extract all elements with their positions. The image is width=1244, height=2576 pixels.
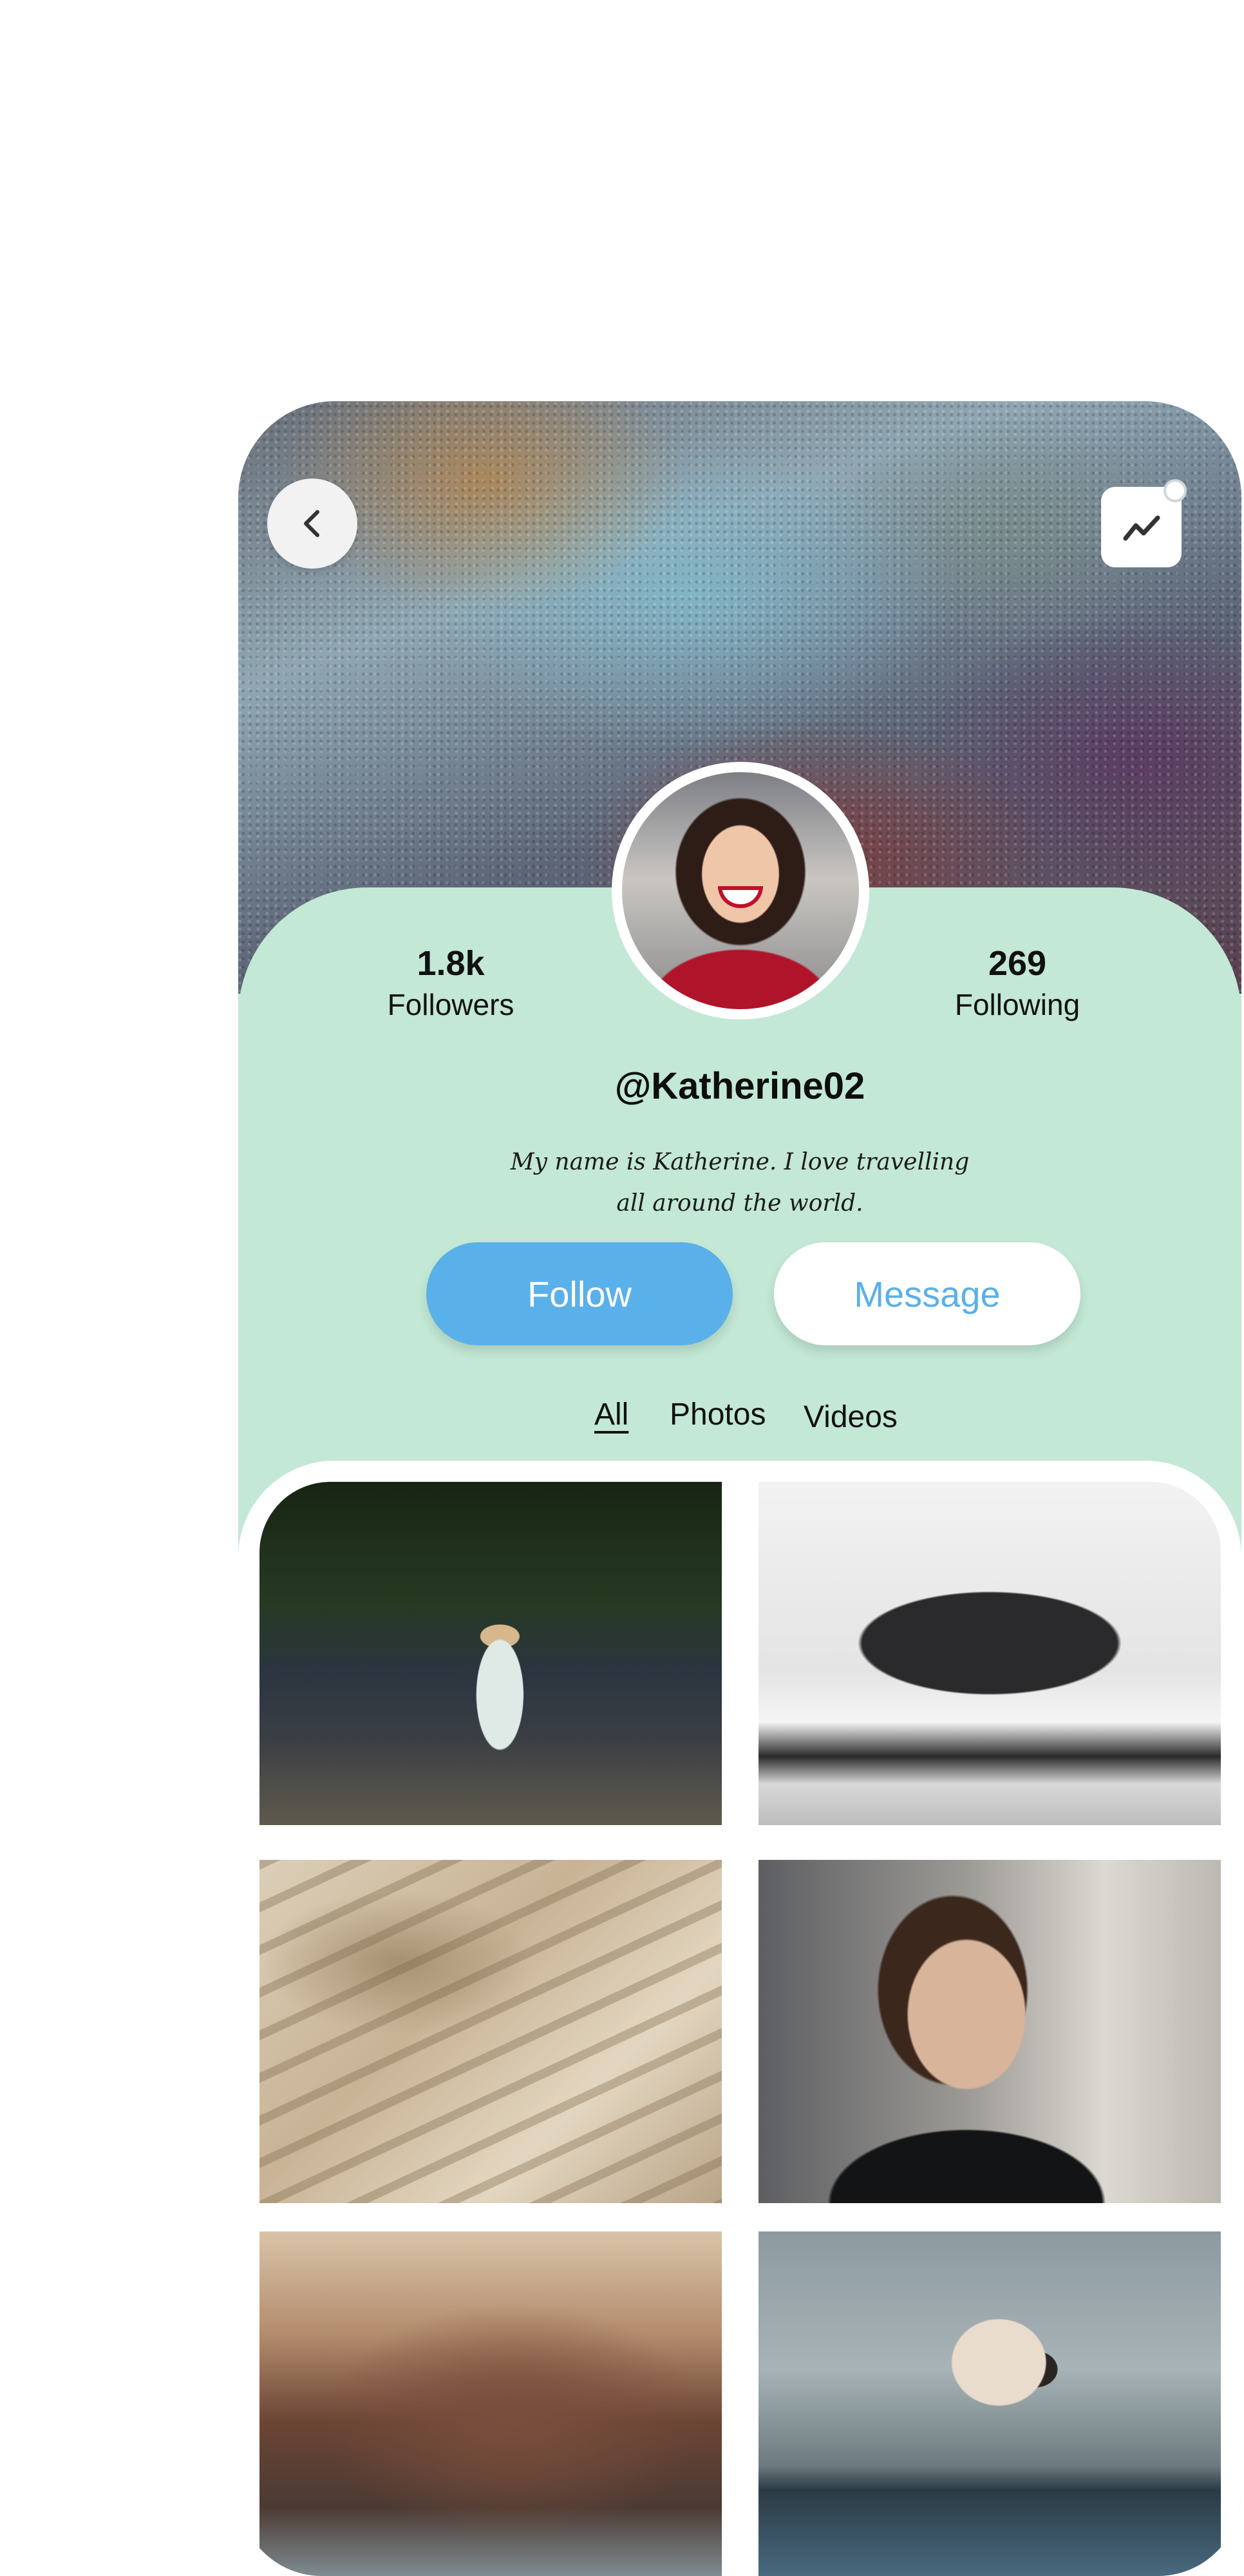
following-stat[interactable]: 269 Following — [914, 943, 1120, 1022]
following-count: 269 — [988, 944, 1047, 983]
following-label: Following — [954, 988, 1080, 1021]
tab-all[interactable]: All — [594, 1397, 628, 1432]
stats-button[interactable] — [1101, 479, 1187, 567]
tab-photos[interactable]: Photos — [670, 1397, 766, 1432]
follow-button[interactable]: Follow — [426, 1242, 733, 1345]
media-thumb-woman-portrait[interactable] — [759, 1860, 1221, 2203]
media-thumb-pug-beach[interactable] — [759, 2231, 1221, 2576]
media-thumb-rocky-coast[interactable] — [259, 2231, 722, 2576]
media-thumb-woman-parking-lot[interactable] — [259, 1482, 722, 1825]
profile-screen: 1.8k Followers 269 Following @Katherine0… — [238, 401, 1241, 2576]
bio-line-2: all around the world. — [616, 1190, 863, 1217]
bio-line-1: My name is Katherine. I love travelling — [510, 1149, 970, 1175]
notification-dot — [1164, 479, 1187, 502]
avatar-face — [718, 886, 763, 908]
trend-chart-icon — [1123, 515, 1160, 540]
followers-count: 1.8k — [417, 944, 485, 983]
media-tabs: All Photos Videos — [238, 1397, 1241, 1448]
media-thumb-car-showroom[interactable] — [759, 1482, 1221, 1825]
chevron-left-icon — [304, 510, 319, 537]
followers-label: Followers — [387, 988, 514, 1021]
tab-videos[interactable]: Videos — [804, 1399, 898, 1435]
back-button[interactable] — [267, 478, 357, 569]
bio: My name is Katherine. I love travelling … — [238, 1142, 1241, 1224]
username: @Katherine02 — [614, 1065, 865, 1107]
media-thumb-desert-aerial[interactable] — [259, 1860, 722, 2203]
followers-stat[interactable]: 1.8k Followers — [348, 943, 554, 1022]
message-button[interactable]: Message — [774, 1242, 1080, 1345]
avatar[interactable] — [612, 762, 869, 1019]
